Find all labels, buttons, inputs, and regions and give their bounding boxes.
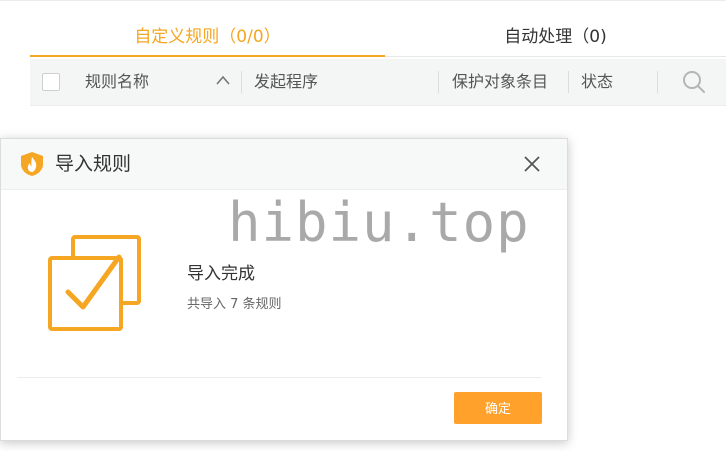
tab-baseline xyxy=(385,56,726,57)
watermark-text: hibiu.top xyxy=(228,191,530,254)
close-icon[interactable] xyxy=(522,154,542,174)
column-separator xyxy=(657,71,658,93)
import-result-detail: 共导入 7 条规则 xyxy=(187,297,282,312)
column-protected-object[interactable]: 保护对象条目 xyxy=(452,59,548,105)
sort-up-icon[interactable] xyxy=(216,75,230,85)
shield-flame-icon xyxy=(21,152,43,176)
search-icon[interactable] xyxy=(681,69,707,95)
column-separator xyxy=(241,71,242,93)
column-initiator[interactable]: 发起程序 xyxy=(254,59,318,105)
tab-auto-handle[interactable]: 自动处理（0) xyxy=(385,20,726,56)
dialog-title: 导入规则 xyxy=(55,153,132,175)
column-separator xyxy=(438,71,439,93)
active-tab-indicator xyxy=(30,55,385,57)
column-separator xyxy=(568,71,569,93)
rules-table-header: 规则名称 发起程序 保护对象条目 状态 xyxy=(30,59,726,106)
column-status[interactable]: 状态 xyxy=(581,59,613,105)
tab-bar: 自定义规则（0/0） 自动处理（0) xyxy=(0,20,726,58)
dialog-header: 导入规则 xyxy=(1,139,567,190)
confirm-button[interactable]: 确定 xyxy=(454,392,542,424)
import-success-icon xyxy=(48,235,141,331)
import-rules-dialog: 导入规则 导入完成 共导入 7 条规则 确定 xyxy=(0,138,568,441)
column-rule-name[interactable]: 规则名称 xyxy=(85,59,149,105)
import-result-title: 导入完成 xyxy=(187,264,255,284)
select-all-checkbox[interactable] xyxy=(42,73,60,91)
dialog-footer-divider xyxy=(17,377,541,378)
top-divider xyxy=(0,0,726,1)
tab-custom-rules[interactable]: 自定义规则（0/0） xyxy=(30,20,385,56)
